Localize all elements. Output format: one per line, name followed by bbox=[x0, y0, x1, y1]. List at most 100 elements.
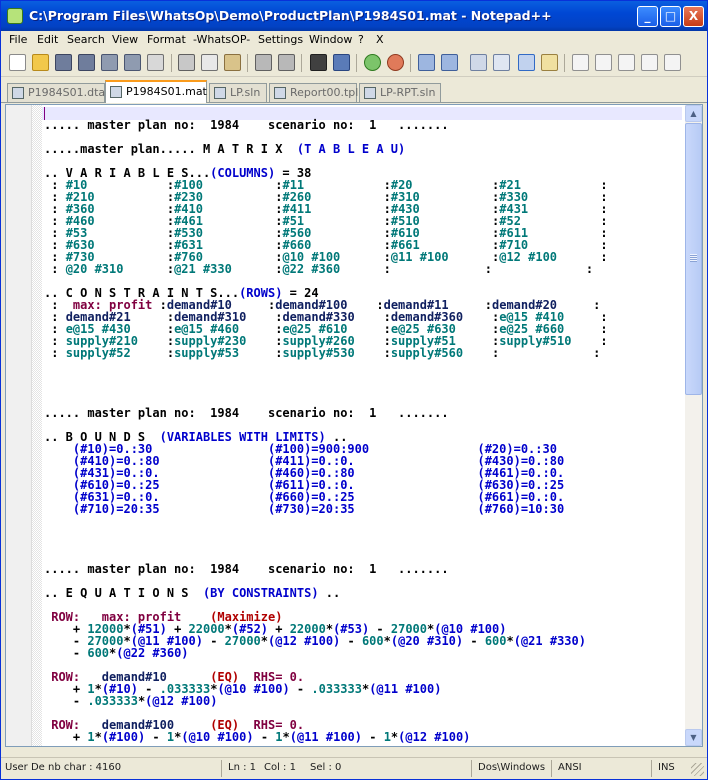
code-token: - bbox=[289, 682, 312, 696]
scroll-down-arrow-icon[interactable]: ▼ bbox=[685, 729, 702, 746]
code-token: * bbox=[260, 634, 269, 648]
zoom-out-icon[interactable] bbox=[387, 54, 404, 71]
replace-icon[interactable] bbox=[333, 54, 350, 71]
tab-p1984s01-mat[interactable]: P1984S01.mat bbox=[105, 80, 207, 103]
vertical-scrollbar[interactable]: ▲ ▼ bbox=[685, 105, 702, 746]
title-bar[interactable]: C:\Program Files\WhatsOp\Demo\ProductPla… bbox=[1, 1, 707, 31]
code-token: supply#530 bbox=[282, 346, 355, 360]
code-token: .033333 bbox=[311, 682, 362, 696]
code-token: (@10 #100) bbox=[217, 682, 290, 696]
tab-report00-tpl[interactable]: Report00.tpl bbox=[269, 83, 358, 102]
tab-lp-sln[interactable]: LP.sln bbox=[209, 83, 267, 102]
scroll-thumb[interactable] bbox=[685, 123, 702, 395]
code-text[interactable]: ..... master plan no: 1984 scenario no: … bbox=[44, 107, 684, 743]
code-token: 600 bbox=[484, 634, 507, 648]
code-token: + bbox=[44, 730, 88, 744]
sync-vertical-icon[interactable] bbox=[418, 54, 435, 71]
indent-guide-icon[interactable] bbox=[518, 54, 535, 71]
code-token: 1 bbox=[383, 730, 391, 744]
code-token: (@12 #100) bbox=[268, 634, 341, 648]
menu-view[interactable]: View bbox=[112, 33, 138, 46]
code-token: (@21 #330) bbox=[513, 634, 586, 648]
tab-label: LP-RPT.sln bbox=[380, 86, 436, 99]
new-file-icon[interactable] bbox=[9, 54, 26, 71]
status-column: Col : 1 bbox=[264, 762, 296, 773]
code-token: (@10 #100) bbox=[181, 730, 254, 744]
menu-file[interactable]: File bbox=[9, 33, 27, 46]
code-token: .....master plan..... M A T R I X bbox=[44, 142, 297, 156]
toolbar bbox=[1, 49, 707, 77]
code-token: (#100) bbox=[101, 730, 146, 744]
code-line: : supply#52 :supply#53 :supply#530 :supp… bbox=[44, 347, 684, 359]
code-token: (BY CONSTRAINTS) bbox=[202, 586, 319, 600]
save-all-icon[interactable] bbox=[78, 54, 95, 71]
redo-icon[interactable] bbox=[278, 54, 295, 71]
close-all-icon[interactable] bbox=[124, 54, 141, 71]
minimize-button[interactable]: _ bbox=[637, 6, 658, 27]
close-icon[interactable] bbox=[101, 54, 118, 71]
close-button[interactable]: X bbox=[683, 6, 704, 27]
file-icon bbox=[12, 87, 24, 99]
scroll-up-arrow-icon[interactable]: ▲ bbox=[685, 105, 702, 122]
record-macro-icon[interactable] bbox=[572, 54, 589, 71]
maximize-button[interactable]: □ bbox=[660, 6, 681, 27]
menu-window[interactable]: Window bbox=[309, 33, 352, 46]
cut-icon[interactable] bbox=[178, 54, 195, 71]
code-token: (@22 #360) bbox=[116, 646, 189, 660]
fold-margin[interactable] bbox=[32, 105, 42, 746]
tab-label: P1984S01.dta bbox=[28, 86, 106, 99]
status-separator bbox=[221, 760, 222, 777]
sync-horizontal-icon[interactable] bbox=[441, 54, 458, 71]
print-icon[interactable] bbox=[147, 54, 164, 71]
window-title: C:\Program Files\WhatsOp\Demo\ProductPla… bbox=[29, 8, 552, 23]
editor-area[interactable]: ..... master plan no: 1984 scenario no: … bbox=[5, 104, 703, 747]
menu-format[interactable]: Format bbox=[147, 33, 186, 46]
user-lang-icon[interactable] bbox=[541, 54, 558, 71]
line-number-margin[interactable] bbox=[6, 105, 32, 746]
word-wrap-icon[interactable] bbox=[470, 54, 487, 71]
code-token: @21 #330 bbox=[174, 262, 232, 276]
tab-p1984s01-dta[interactable]: P1984S01.dta bbox=[7, 83, 105, 102]
code-token: * bbox=[383, 634, 391, 648]
code-token: : : : bbox=[340, 262, 594, 276]
paste-icon[interactable] bbox=[224, 54, 241, 71]
grip-icon bbox=[690, 254, 697, 262]
toolbar-separator bbox=[247, 54, 248, 72]
code-token: (@20 #310) bbox=[390, 634, 464, 648]
show-all-chars-icon[interactable] bbox=[493, 54, 510, 71]
code-line: (#710)=20:35 (#730)=20:35 (#760)=10:30 bbox=[44, 503, 684, 515]
open-folder-icon[interactable] bbox=[32, 54, 49, 71]
toolbar-separator bbox=[410, 54, 411, 72]
save-macro-icon[interactable] bbox=[664, 54, 681, 71]
play-multiple-icon[interactable] bbox=[641, 54, 658, 71]
code-token: (@11 #100) bbox=[289, 730, 362, 744]
status-bar: User De nb char : 4160 Ln : 1 Col : 1 Se… bbox=[1, 757, 707, 779]
code-token: @22 #360 bbox=[282, 262, 341, 276]
menu-search[interactable]: Search bbox=[67, 33, 105, 46]
code-token: supply#560 bbox=[390, 346, 464, 360]
menu-help[interactable]: ? bbox=[358, 33, 364, 46]
find-icon[interactable] bbox=[310, 54, 327, 71]
status-separator bbox=[651, 760, 652, 777]
menu-whatsop[interactable]: -WhatsOP- bbox=[193, 33, 250, 46]
stop-record-icon[interactable] bbox=[595, 54, 612, 71]
save-icon[interactable] bbox=[55, 54, 72, 71]
undo-icon[interactable] bbox=[255, 54, 272, 71]
menu-close-doc[interactable]: X bbox=[376, 33, 384, 46]
file-icon bbox=[274, 87, 286, 99]
status-encoding: ANSI bbox=[558, 762, 582, 773]
zoom-in-icon[interactable] bbox=[364, 54, 381, 71]
tab-lp-rpt-sln[interactable]: LP-RPT.sln bbox=[359, 83, 441, 102]
code-token: * bbox=[282, 730, 290, 744]
menu-edit[interactable]: Edit bbox=[37, 33, 58, 46]
play-macro-icon[interactable] bbox=[618, 54, 635, 71]
code-token: 600 bbox=[87, 646, 110, 660]
resize-grip-icon[interactable] bbox=[691, 763, 704, 776]
file-icon bbox=[364, 87, 376, 99]
copy-icon[interactable] bbox=[201, 54, 218, 71]
menu-settings[interactable]: Settings bbox=[258, 33, 303, 46]
app-icon bbox=[7, 8, 23, 24]
